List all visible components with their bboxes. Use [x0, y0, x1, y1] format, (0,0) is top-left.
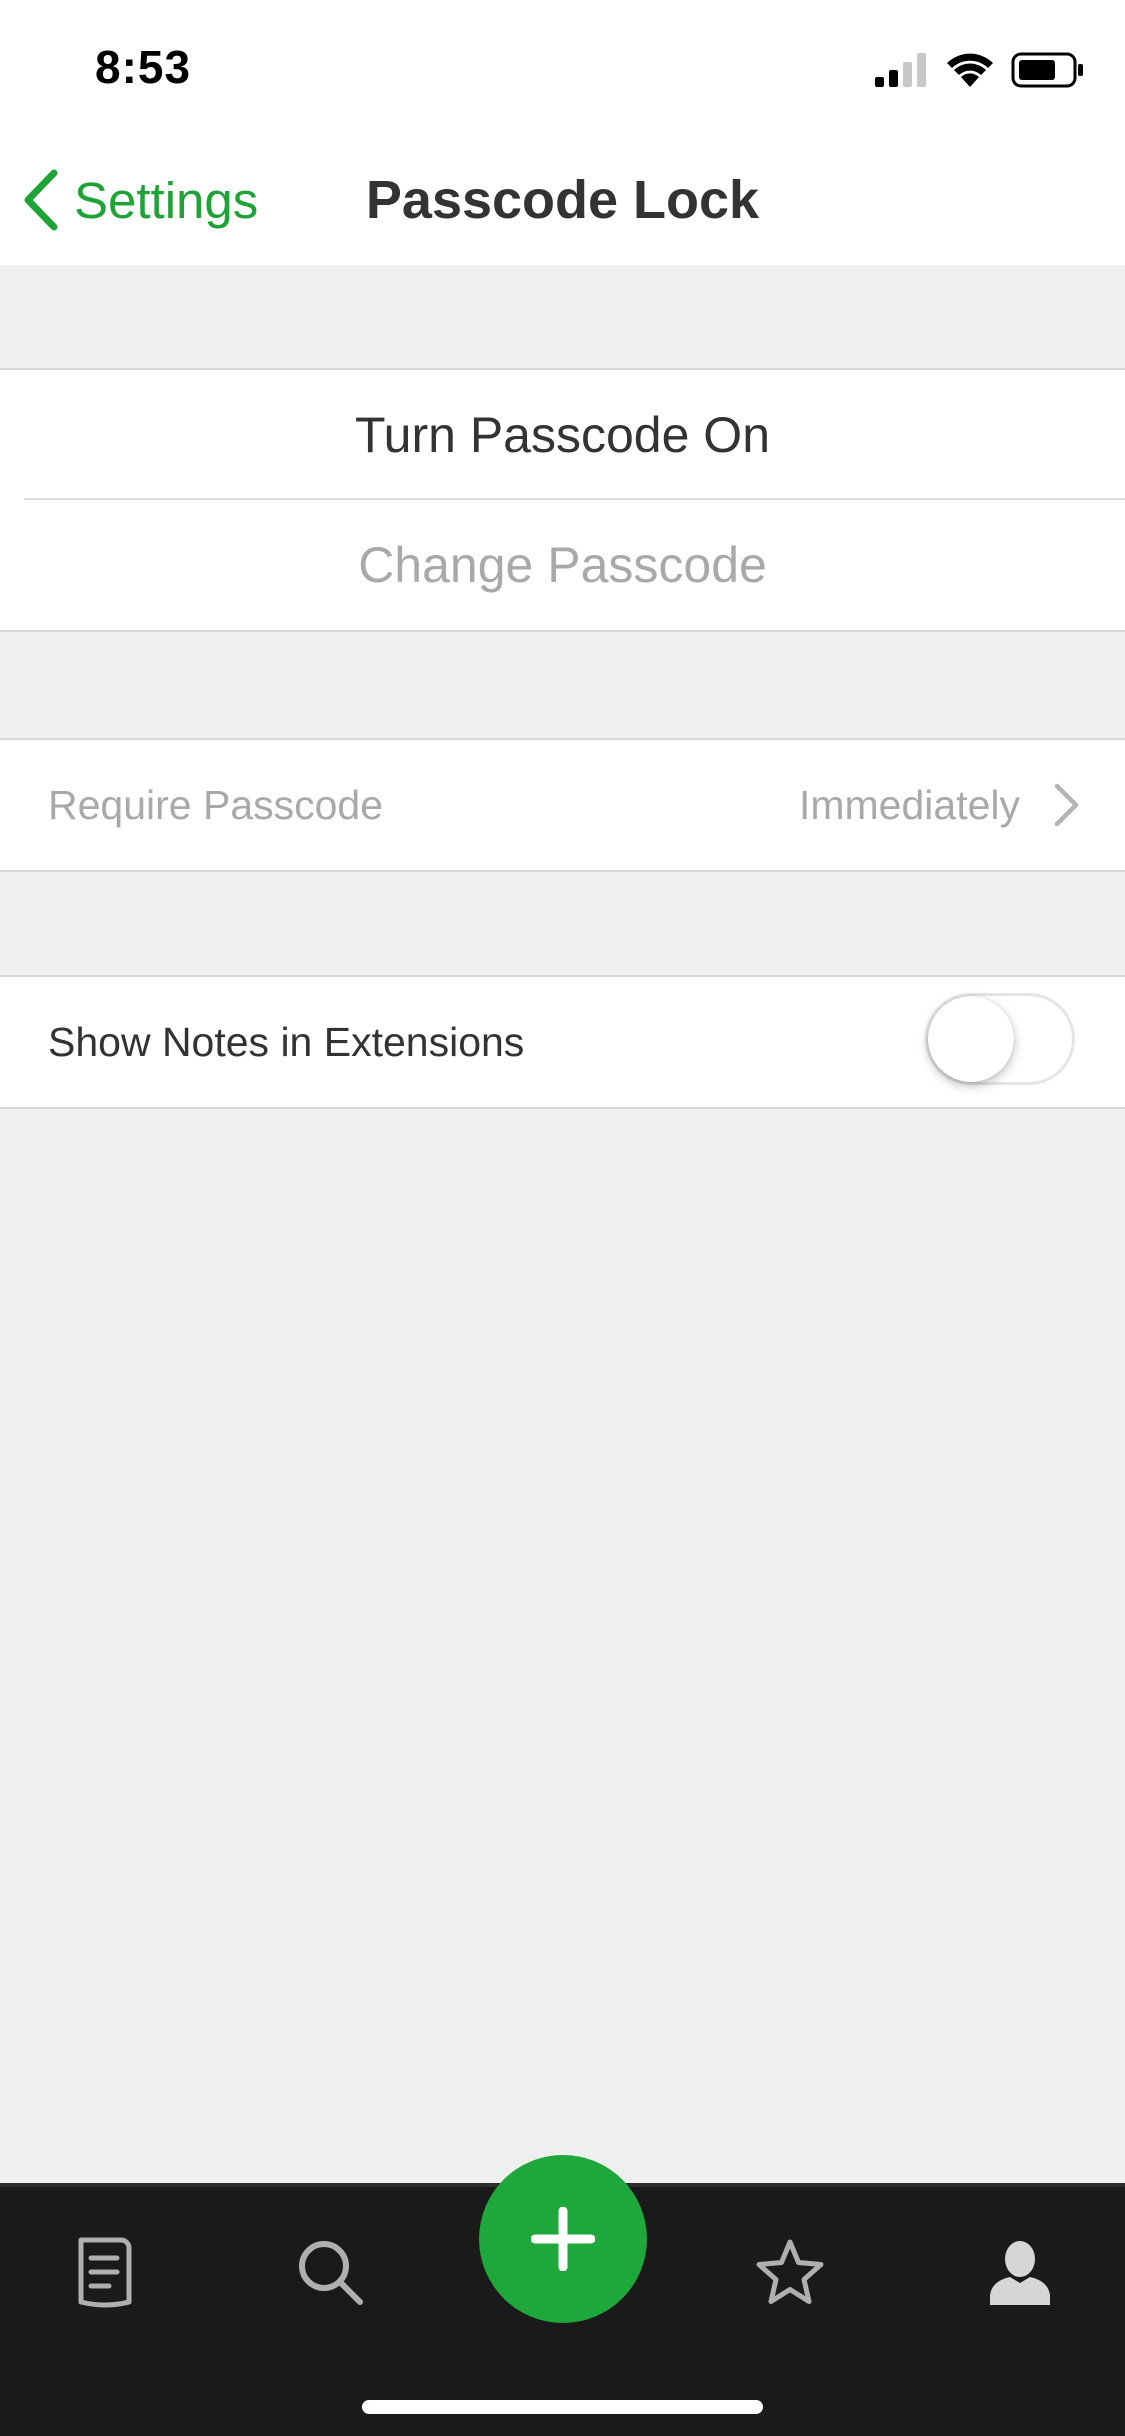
- turn-passcode-on-label: Turn Passcode On: [354, 407, 770, 463]
- cellular-signal-icon: [875, 53, 926, 87]
- tab-search[interactable]: [285, 2227, 375, 2317]
- tab-favorites[interactable]: [745, 2227, 835, 2317]
- add-note-button[interactable]: [479, 2155, 647, 2323]
- status-bar: 8:53: [0, 0, 1125, 135]
- change-passcode-label: Change Passcode: [358, 537, 767, 593]
- show-notes-in-extensions-row: Show Notes in Extensions: [0, 977, 1125, 1107]
- status-time: 8:53: [95, 41, 192, 93]
- extensions-group: Show Notes in Extensions: [0, 975, 1125, 1109]
- tab-account[interactable]: [975, 2227, 1065, 2317]
- add-icon: [531, 2207, 595, 2271]
- show-notes-in-extensions-label: Show Notes in Extensions: [48, 1019, 525, 1065]
- change-passcode-button[interactable]: Change Passcode: [0, 500, 1125, 630]
- turn-passcode-on-button[interactable]: Turn Passcode On: [0, 370, 1125, 500]
- navigation-bar: Settings Passcode Lock: [0, 135, 1125, 265]
- home-indicator: [362, 2400, 763, 2414]
- notes-icon: [78, 2237, 132, 2308]
- require-passcode-group: Require Passcode Immediately: [0, 738, 1125, 872]
- tab-notes[interactable]: [60, 2227, 150, 2317]
- battery-icon: [1011, 52, 1083, 88]
- require-passcode-row[interactable]: Require Passcode Immediately: [0, 740, 1125, 870]
- search-icon: [299, 2241, 363, 2305]
- show-notes-in-extensions-toggle[interactable]: [925, 993, 1075, 1085]
- wifi-icon: [947, 53, 993, 87]
- toggle-knob: [928, 996, 1014, 1082]
- require-passcode-value: Immediately: [798, 782, 1020, 828]
- page-title: Passcode Lock: [365, 170, 760, 230]
- passcode-settings-group: Turn Passcode On Change Passcode: [0, 368, 1125, 632]
- account-icon: [990, 2241, 1050, 2305]
- chevron-right-icon: [1054, 783, 1079, 827]
- status-icons: [875, 48, 1085, 92]
- require-passcode-label: Require Passcode: [48, 782, 384, 828]
- star-icon: [756, 2239, 824, 2304]
